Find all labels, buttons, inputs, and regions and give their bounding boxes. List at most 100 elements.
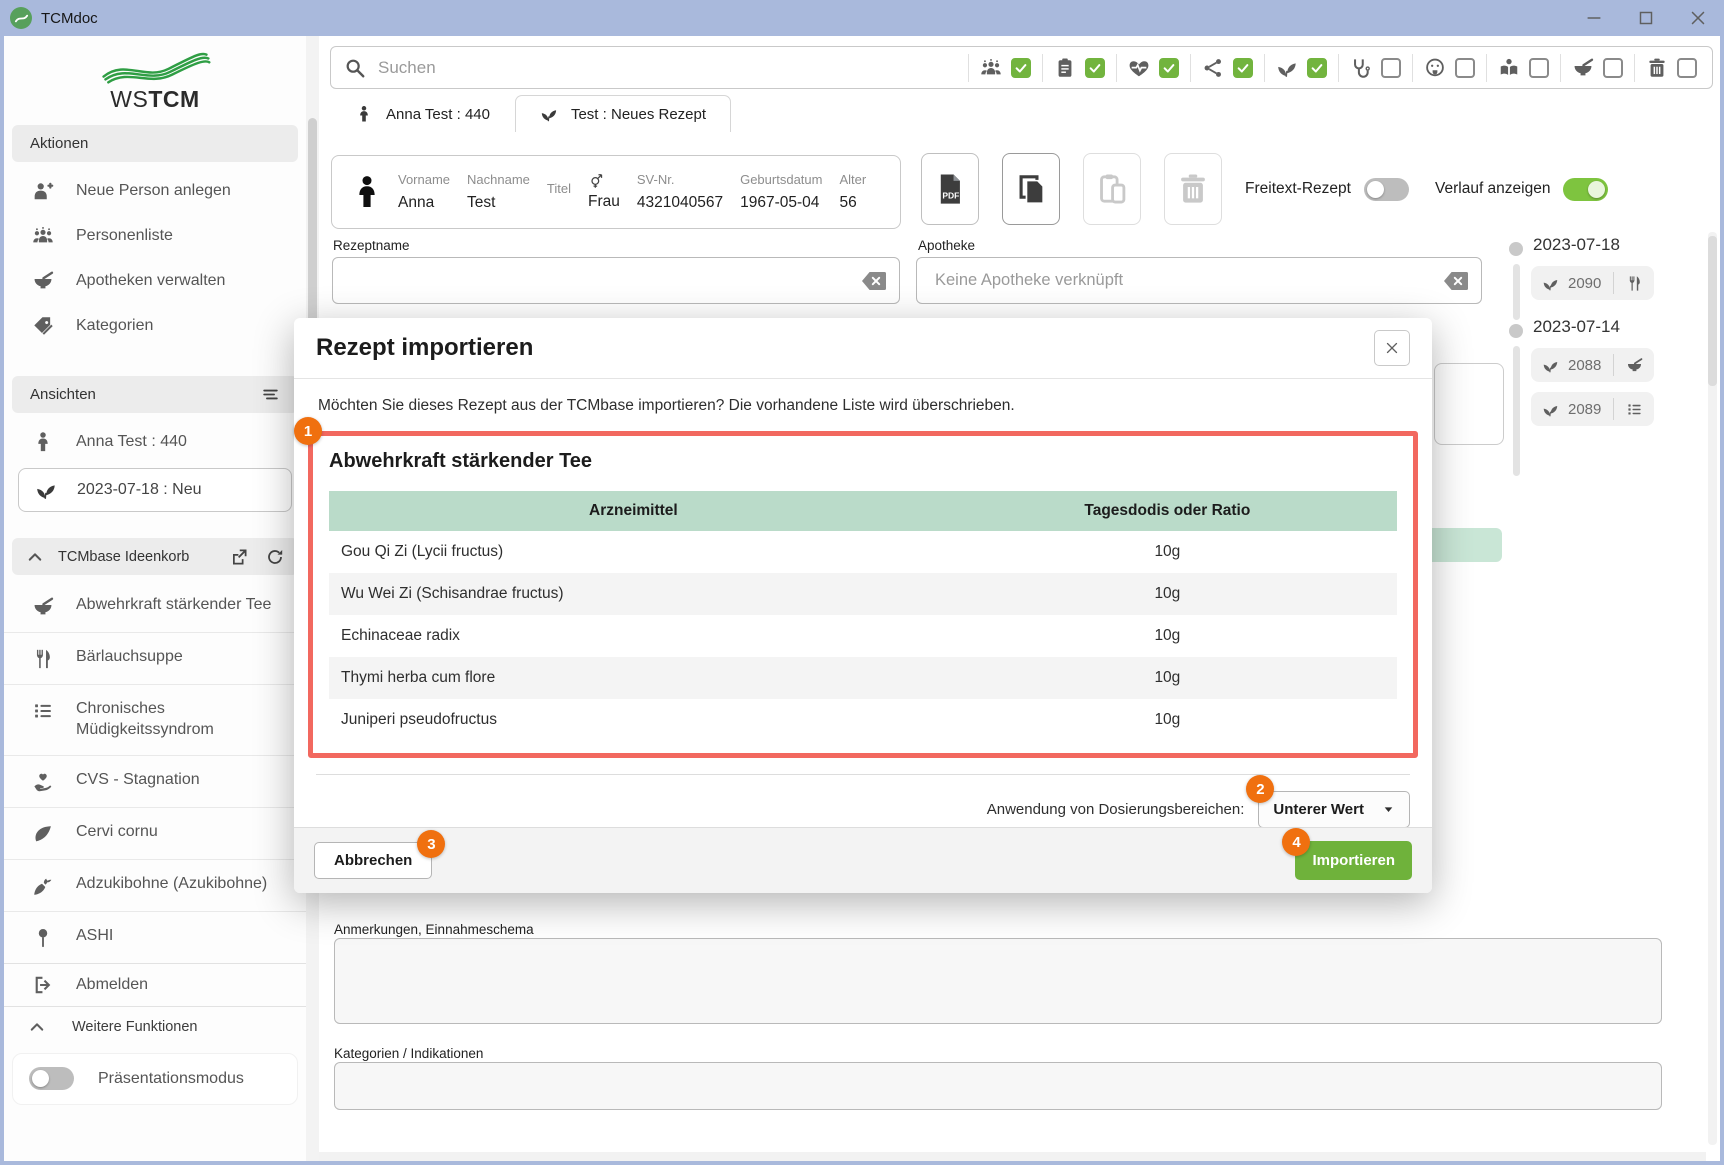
dialog-close-button[interactable] — [1374, 330, 1410, 366]
section-header-ideenkorb[interactable]: TCMbase Ideenkorb — [12, 538, 298, 575]
search-bar — [330, 46, 1713, 89]
timeline-entry-2090[interactable]: 2090 — [1531, 266, 1654, 300]
face-tongue-icon — [1424, 57, 1446, 79]
list-icon — [1626, 401, 1643, 418]
rezeptname-input[interactable] — [349, 270, 855, 291]
copy-icon — [1014, 172, 1048, 206]
delete-button[interactable] — [1164, 153, 1222, 225]
tags-icon — [32, 315, 54, 337]
timeline-entry-2088[interactable]: 2088 — [1531, 348, 1654, 382]
ideenkorb-item-abwehrkraft[interactable]: Abwehrkraft stärkender Tee — [4, 581, 306, 632]
patient-alter: Alter 56 — [839, 172, 866, 212]
filter-treatment[interactable] — [1338, 54, 1412, 82]
anmerkungen-textarea[interactable] — [334, 938, 1662, 1024]
filter-diagnosis[interactable] — [1116, 54, 1190, 82]
filter-anamnesis[interactable] — [1042, 54, 1116, 82]
filter-persons[interactable] — [968, 54, 1042, 82]
clear-rezeptname-icon[interactable] — [861, 271, 887, 291]
filter-tongue[interactable] — [1412, 54, 1486, 82]
stethoscope-icon — [1350, 57, 1372, 79]
filter-library-checkbox[interactable] — [1529, 58, 1549, 78]
chevron-down-icon — [1382, 803, 1395, 816]
herb-table: Arzneimittel Tagesdodis oder Ratio Gou Q… — [329, 491, 1397, 741]
close-button[interactable] — [1672, 0, 1724, 36]
filter-toolbar — [968, 47, 1712, 88]
person-plus-icon — [32, 180, 54, 202]
ideenkorb-item-adzukibohne[interactable]: Adzukibohne (Azukibohne) — [4, 859, 306, 911]
timeline-entry-2089[interactable]: 2089 — [1531, 392, 1654, 426]
refresh-icon[interactable] — [266, 548, 284, 566]
background-textarea — [1434, 363, 1504, 445]
ideenkorb-item-cervi[interactable]: Cervi cornu — [4, 807, 306, 859]
patient-nachname: Nachname Test — [467, 172, 530, 212]
mortar-icon — [32, 596, 54, 618]
timeline-dot — [1509, 242, 1523, 256]
logo-text: WSTCM — [4, 86, 306, 113]
filter-recipes-checkbox[interactable] — [1307, 58, 1327, 78]
utensils-icon — [1626, 275, 1643, 292]
freitext-rezept-toggle[interactable] — [1364, 178, 1409, 201]
minimize-button[interactable] — [1568, 0, 1620, 36]
filter-persons-checkbox[interactable] — [1011, 58, 1031, 78]
filter-library[interactable] — [1486, 54, 1560, 82]
search-input[interactable] — [376, 57, 680, 79]
carrot-icon — [32, 875, 54, 897]
timeline-line — [1513, 346, 1520, 476]
sidebar-item-abmelden[interactable]: Abmelden — [4, 963, 306, 1006]
sidebar-item-kategorien[interactable]: Kategorien — [4, 303, 306, 348]
patient-titel: Titel — [547, 181, 571, 203]
main-horizontal-scrollbar[interactable] — [319, 1152, 1706, 1161]
patient-svnr: SV-Nr. 4321040567 — [637, 172, 723, 212]
timeline-dot — [1509, 324, 1523, 338]
recipe-title: Abwehrkraft stärkender Tee — [329, 450, 1397, 473]
main-scrollbar-thumb[interactable] — [1708, 236, 1717, 386]
step-badge-3: 3 — [417, 830, 445, 858]
tab-anna-test[interactable]: Anna Test : 440 — [330, 95, 515, 132]
pdf-export-button[interactable] — [921, 153, 979, 225]
filter-recipes[interactable] — [1264, 54, 1338, 82]
hand-heart-icon — [32, 771, 54, 793]
sidebar-item-weitere-funktionen[interactable]: Weitere Funktionen — [4, 1006, 306, 1047]
maximize-button[interactable] — [1620, 0, 1672, 36]
import-button[interactable]: Importieren 4 — [1295, 841, 1412, 880]
filter-share-checkbox[interactable] — [1233, 58, 1253, 78]
sidebar-item-personenliste[interactable]: Personenliste — [4, 213, 306, 258]
verlauf-anzeigen-toggle[interactable] — [1563, 178, 1608, 201]
column-tagesdosis: Tagesdodis oder Ratio — [938, 491, 1397, 531]
filter-tongue-checkbox[interactable] — [1455, 58, 1475, 78]
filter-share[interactable] — [1190, 54, 1264, 82]
mortar-icon — [32, 270, 54, 292]
timeline-date: 2023-07-14 — [1533, 317, 1620, 337]
filter-pharmacy[interactable] — [1560, 54, 1634, 82]
rezeptname-label: Rezeptname — [333, 238, 410, 253]
ideenkorb-item-chronisches[interactable]: Chronisches Müdigkeitssyndrom — [4, 684, 294, 755]
filter-deleted[interactable] — [1634, 54, 1708, 82]
sidebar-item-neue-person[interactable]: Neue Person anlegen — [4, 168, 306, 213]
ideenkorb-item-baerlauchsuppe[interactable]: Bärlauchsuppe — [4, 632, 306, 684]
filter-treatment-checkbox[interactable] — [1381, 58, 1401, 78]
herb-table-header: Arzneimittel Tagesdodis oder Ratio — [329, 491, 1397, 531]
ideenkorb-item-ashi[interactable]: ASHI — [4, 911, 306, 963]
timeline-line — [1513, 264, 1520, 320]
sidebar-item-anna-test[interactable]: Anna Test : 440 — [4, 419, 306, 464]
clear-apotheke-icon[interactable] — [1443, 271, 1469, 291]
dosage-dropdown[interactable]: 2 Unterer Wert — [1258, 791, 1410, 828]
cancel-button[interactable]: Abbrechen 3 — [314, 842, 432, 879]
apotheke-input[interactable] — [933, 270, 1437, 291]
external-link-icon[interactable] — [230, 548, 248, 566]
filter-pharmacy-checkbox[interactable] — [1603, 58, 1623, 78]
ideenkorb-item-cvs[interactable]: CVS - Stagnation — [4, 755, 306, 807]
filter-lines-icon[interactable] — [261, 385, 280, 404]
trash-icon — [1176, 172, 1210, 206]
filter-deleted-checkbox[interactable] — [1677, 58, 1697, 78]
kategorien-textarea[interactable] — [334, 1062, 1662, 1110]
chevron-up-icon[interactable] — [26, 548, 44, 566]
filter-anamnesis-checkbox[interactable] — [1085, 58, 1105, 78]
praesentationsmodus-toggle[interactable] — [29, 1067, 74, 1090]
sidebar-item-apotheken[interactable]: Apotheken verwalten — [4, 258, 306, 303]
copy-button[interactable] — [1002, 153, 1060, 225]
paste-button[interactable] — [1083, 153, 1141, 225]
sidebar-item-rezept-neu[interactable]: 2023-07-18 : Neu — [18, 468, 292, 512]
tab-neues-rezept[interactable]: Test : Neues Rezept — [515, 95, 731, 132]
filter-diagnosis-checkbox[interactable] — [1159, 58, 1179, 78]
